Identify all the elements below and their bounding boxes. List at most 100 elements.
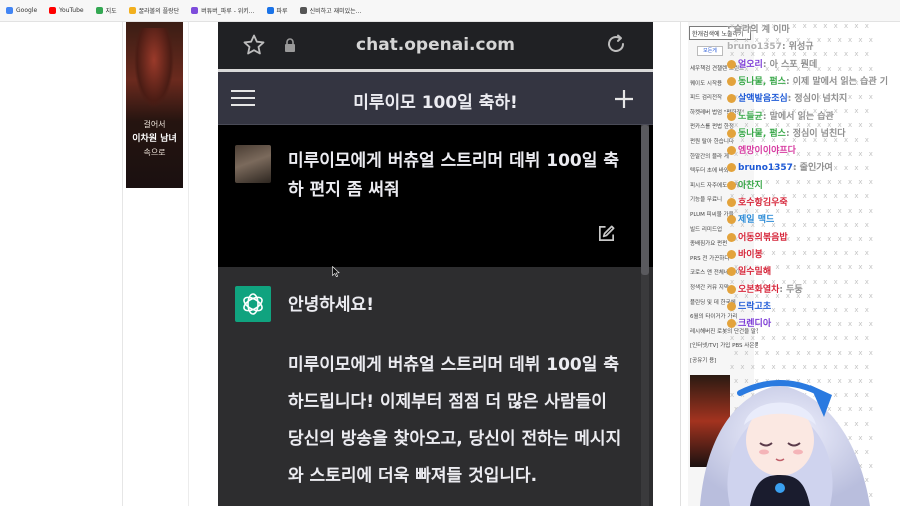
- ad-line-2: 이차원 남녀: [132, 134, 177, 144]
- stream-chat-message: 어동의볶음밥: [727, 230, 788, 243]
- address-bar: chat.openai.com: [218, 22, 653, 69]
- chat-username: 오본화열차: [738, 284, 780, 295]
- assistant-greeting: 안녕하세요!: [288, 295, 374, 315]
- stream-chat-message: 아찬지: [727, 178, 763, 191]
- user-message-block: 미루이모에게 버츄얼 스트리머 데뷔 100일 축하 편지 좀 써줘: [218, 125, 653, 267]
- ad-character-image: [134, 28, 174, 108]
- chat-badge-icon: [727, 111, 736, 121]
- sidebar-button[interactable]: 모든게: [697, 46, 723, 56]
- chat-message-text: 이제 말에서 읽는 습관 기: [792, 76, 889, 87]
- assistant-avatar: [235, 286, 271, 322]
- chat-badge-icon: [727, 76, 736, 86]
- chat-badge-icon: [727, 128, 736, 138]
- site-icon: [191, 7, 199, 14]
- stream-chat-message: 얼오리: 아 스포 뭔데: [727, 57, 817, 70]
- chat-badge-icon: [727, 198, 736, 207]
- site-icon: [266, 7, 274, 14]
- stream-chat-message: : 슬라의 계 이마: [727, 25, 790, 35]
- chat-badge-icon: [727, 146, 736, 156]
- ad-line-3: 속으로: [143, 148, 166, 157]
- stream-chat-message: bruno1357: 줄인가여: [727, 160, 833, 173]
- bookmark-item[interactable]: 꿀라볼의 플랑단: [128, 6, 180, 15]
- bookmark-item[interactable]: YouTube: [49, 7, 84, 14]
- chat-username: 동나물, 펌스: [738, 76, 786, 87]
- background-pattern: x x x x x x x x x x x x x x: [730, 334, 871, 343]
- chat-username: 드락고초: [738, 301, 772, 312]
- chat-header: 미루이모 100일 축하!: [218, 72, 653, 125]
- chat-username: 동나물, 펌스: [738, 128, 786, 139]
- chat-badge-icon: [727, 319, 736, 329]
- stream-chat-message: 제일 맥드: [727, 212, 774, 225]
- stream-chat-message: 드락고초: [727, 299, 771, 312]
- chat-username: bruno1357: [727, 42, 782, 53]
- stream-chat-message: 동나물, 펌스: 이제 말에서 읽는 습관 기: [727, 74, 888, 87]
- chat-badge-icon: [727, 284, 736, 294]
- ad-divider: [188, 22, 189, 506]
- openai-logo-icon: [243, 293, 263, 315]
- chat-message-text: 위성규: [788, 42, 814, 53]
- bookmark-label: YouTube: [59, 7, 84, 14]
- assistant-message-block: 안녕하세요! 미루이모에게 버츄얼 스트리머 데뷔 100일 축하드립니다! 이…: [218, 267, 653, 506]
- chat-badge-icon: [727, 59, 736, 69]
- ad-text: 걸어서 이차원 남녀 속으로: [126, 118, 183, 160]
- chat-badge-icon: [727, 232, 736, 242]
- chat-username: bruno1357: [738, 163, 793, 174]
- chat-username: 바이봉: [738, 249, 763, 260]
- bookmark-label: 버튜버_파루 - 위키...: [201, 8, 255, 15]
- mouse-cursor-icon: [332, 266, 340, 277]
- side-ad-banner[interactable]: 걸어서 이차원 남녀 속으로: [126, 22, 183, 188]
- user-avatar: [235, 145, 271, 183]
- mobile-browser: chat.openai.com 미루이모 100일 축하! 미루이모에게 버츄얼…: [218, 22, 653, 506]
- maps-icon: [95, 7, 103, 14]
- stream-chat-message: bruno1357: 위성규: [727, 42, 814, 53]
- url-text[interactable]: chat.openai.com: [218, 35, 653, 55]
- stream-chat-message: 오본화열차: 두둥: [727, 282, 803, 295]
- chat-badge-icon: [727, 215, 736, 225]
- bookmark-label: 꿀라볼의 플랑단: [138, 8, 180, 15]
- scrollbar-thumb[interactable]: [641, 125, 649, 275]
- ad-line-1: 걸어서: [143, 120, 166, 129]
- bookmark-item[interactable]: 신비하고 재미있는...: [299, 6, 362, 15]
- stream-chat-message: 일수밀해: [727, 264, 771, 277]
- new-chat-plus-icon[interactable]: [614, 89, 634, 109]
- stream-chat-message: 동나물, 펌스: 정심이 넘친다: [727, 126, 846, 139]
- chat-username: 어동의볶음밥: [738, 232, 788, 243]
- assistant-message-text: 미루이모에게 버츄얼 스트리머 데뷔 100일 축하드립니다! 이제부터 점점 …: [288, 355, 622, 486]
- chat-username: 살액발음조심: [738, 94, 788, 105]
- chat-badge-icon: [727, 94, 736, 104]
- chat-badge-icon: [727, 267, 736, 277]
- screen-root: { "bookmarks": [ {"label": "Google", "co…: [0, 0, 900, 506]
- chat-message-text: 아 스포 뭔데: [769, 59, 818, 70]
- stream-chat-message: 호수항김우죽: [727, 195, 788, 208]
- chat-badge-icon: [727, 301, 736, 311]
- chat-username: 얼오리: [738, 59, 763, 70]
- stream-chat-message: 노들균: 말에서 읽는 습관: [727, 109, 834, 122]
- chat-message-text: 정심이 넘치지: [794, 94, 848, 105]
- bookmark-label: 파루: [276, 8, 288, 15]
- chat-username: 제일 맥드: [738, 215, 775, 226]
- stream-chat-message: 살액발음조심: 정심이 넘치지: [727, 91, 847, 104]
- reload-icon[interactable]: [604, 32, 628, 56]
- bookmark-item[interactable]: 지도: [95, 6, 117, 15]
- bookmark-item[interactable]: 버튜버_파루 - 위키...: [191, 6, 255, 15]
- bookmarks-bar: Google YouTube 지도 꿀라볼의 플랑단 버튜버_파루 - 위키... 파루 신…: [0, 0, 900, 22]
- chat-message-text: 정심이 넘친다: [792, 128, 846, 139]
- stream-chat-message: 바이봉: [727, 247, 763, 260]
- bookmark-label: 신비하고 재미있는...: [309, 8, 362, 15]
- chat-username: 크렌디아: [738, 319, 772, 330]
- chat-badge-icon: [727, 249, 736, 259]
- chat-badge-icon: [727, 163, 736, 173]
- edit-message-icon[interactable]: [597, 224, 616, 243]
- google-icon: [6, 7, 13, 14]
- vtuber-avatar-image: [700, 380, 870, 506]
- stream-chat-message: 크렌디아: [727, 316, 771, 329]
- bookmark-label: 지도: [105, 8, 117, 15]
- chat-username: 노들균: [738, 111, 763, 122]
- bookmark-item[interactable]: Google: [6, 7, 37, 14]
- user-message-text: 미루이모에게 버츄얼 스트리머 데뷔 100일 축하 편지 좀 써줘: [288, 151, 619, 200]
- bookmark-item[interactable]: 파루: [266, 6, 288, 15]
- chat-badge-icon: [727, 180, 736, 190]
- chat-message-text: 줄인가여: [799, 163, 833, 174]
- chat-username: 엠망이이야프다: [738, 146, 796, 157]
- left-divider: [122, 22, 123, 506]
